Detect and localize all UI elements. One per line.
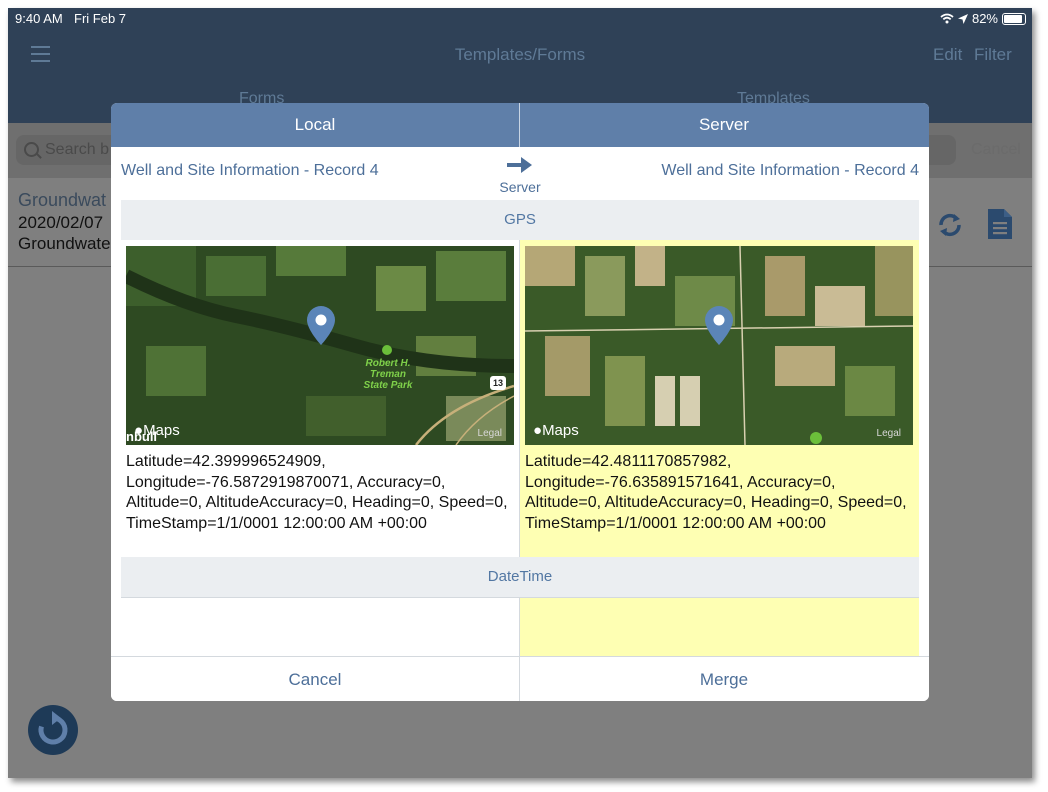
search-cancel-button[interactable]: Cancel (971, 141, 1021, 159)
map-pin-icon (705, 306, 733, 345)
list-item-subtitle: Groundwate (18, 234, 111, 253)
merge-button[interactable]: Merge (520, 657, 928, 701)
status-indicators: 82% (940, 11, 1026, 26)
arrow-right-icon[interactable] (507, 156, 533, 174)
dialog-header: Local Server (111, 103, 929, 147)
refresh-icon (38, 711, 68, 745)
battery-percent: 82% (971, 11, 998, 26)
list-item-title: Groundwat (18, 190, 107, 210)
status-date: Fri Feb 7 (74, 11, 127, 26)
maps-logo: ●Maps (533, 422, 579, 439)
status-bar: 9:40 AM Fri Feb 7 82% (8, 8, 1032, 30)
cancel-button[interactable]: Cancel (111, 657, 519, 701)
app-frame: 9:40 AM Fri Feb 7 82% Templates/Forms Ed… (8, 8, 1032, 778)
server-datetime-cell[interactable] (520, 598, 919, 656)
park-label: Robert H. Treman State Park (363, 358, 413, 391)
local-gps-value: Latitude=42.399996524909, Longitude=-76.… (126, 453, 508, 532)
local-map-image (126, 246, 514, 445)
local-map[interactable]: Robert H. Treman State Park 13 nbull ●Ma… (126, 246, 514, 445)
wifi-icon (940, 13, 954, 24)
map-pin-icon (307, 306, 335, 345)
sync-icon[interactable] (935, 210, 965, 240)
local-datetime-cell[interactable] (121, 598, 519, 656)
apple-logo-icon: ● (533, 422, 543, 439)
map-legal-link[interactable]: Legal (478, 428, 502, 439)
server-map-image (525, 246, 913, 445)
merge-dialog: Local Server Well and Site Information -… (111, 103, 929, 701)
maps-logo: ●Maps (134, 422, 180, 439)
server-map[interactable]: ●Maps Legal (525, 246, 913, 445)
section-header-datetime: DateTime (121, 557, 919, 598)
section-header-gps: GPS (121, 200, 919, 241)
list-item-date: 2020/02/07 (18, 213, 104, 232)
battery-icon (1002, 12, 1026, 25)
refresh-button[interactable] (28, 705, 78, 755)
filter-button[interactable]: Filter (974, 45, 1012, 65)
search-icon (24, 142, 39, 157)
server-gps-cell[interactable]: ●Maps Legal Latitude=42.4811170857982, L… (520, 240, 919, 557)
server-record-title: Well and Site Information - Record 4 (661, 162, 919, 179)
local-column-header: Local (294, 115, 336, 134)
nav-title: Templates/Forms (454, 45, 586, 64)
map-legal-link[interactable]: Legal (877, 428, 901, 439)
server-column-header: Server (698, 115, 750, 134)
document-icon[interactable] (987, 208, 1013, 240)
merge-direction-label[interactable]: Server (487, 179, 553, 195)
local-record-title: Well and Site Information - Record 4 (121, 162, 379, 179)
location-arrow-icon (957, 13, 968, 24)
apple-logo-icon: ● (134, 422, 144, 439)
local-gps-cell[interactable]: Robert H. Treman State Park 13 nbull ●Ma… (121, 240, 519, 557)
dialog-footer: Cancel Merge (111, 656, 929, 701)
search-placeholder: Search b (45, 141, 110, 158)
edit-button[interactable]: Edit (933, 45, 962, 65)
status-time: 9:40 AM (15, 11, 63, 26)
route-badge: 13 (490, 376, 506, 390)
server-gps-value: Latitude=42.4811170857982, Longitude=-76… (525, 453, 907, 532)
